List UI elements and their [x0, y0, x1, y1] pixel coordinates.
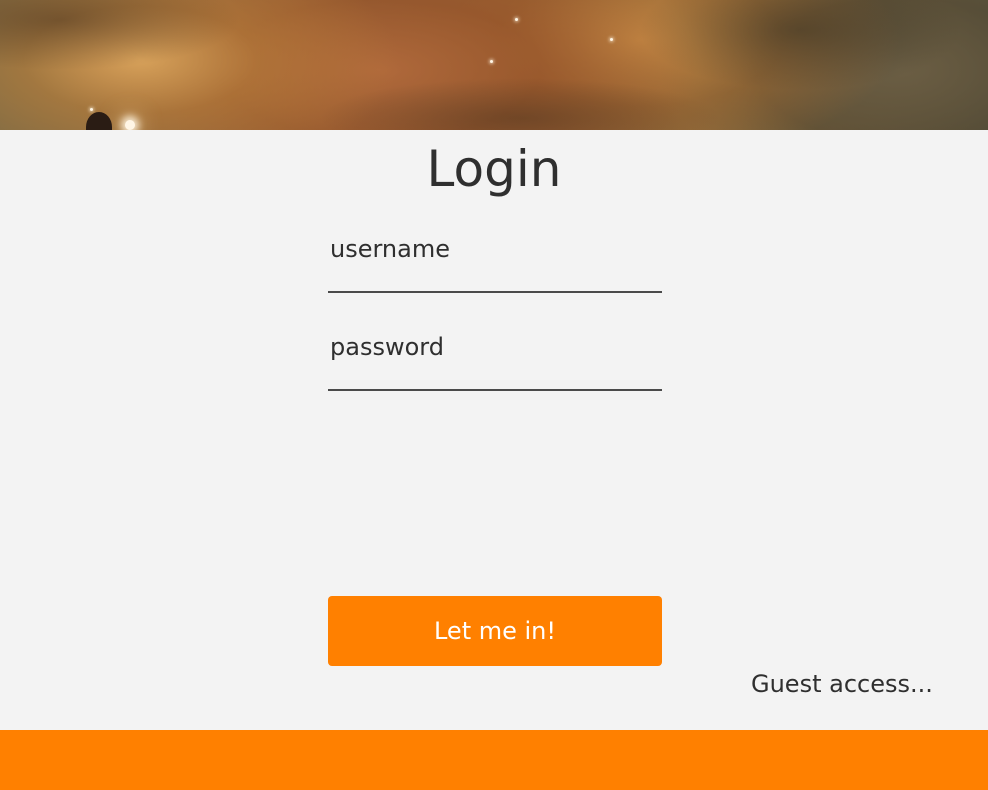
star-glint	[490, 60, 493, 63]
nebula-banner-image	[0, 0, 988, 130]
banner-dust-overlay	[0, 0, 988, 130]
username-label: username	[330, 235, 450, 263]
star-glint	[125, 120, 135, 130]
star-glint	[90, 108, 93, 111]
login-page: Login username password Let me in! Guest…	[0, 0, 988, 790]
password-input[interactable]	[328, 361, 662, 391]
footer-bar	[0, 730, 988, 790]
login-button[interactable]: Let me in!	[328, 596, 662, 666]
password-label: password	[330, 333, 444, 361]
page-title: Login	[426, 140, 562, 198]
password-field: password	[328, 333, 662, 391]
star-glint	[610, 38, 613, 41]
username-input[interactable]	[328, 263, 662, 293]
star-glint	[515, 18, 518, 21]
guest-access-link[interactable]: Guest access...	[751, 670, 933, 698]
username-field: username	[328, 235, 662, 293]
